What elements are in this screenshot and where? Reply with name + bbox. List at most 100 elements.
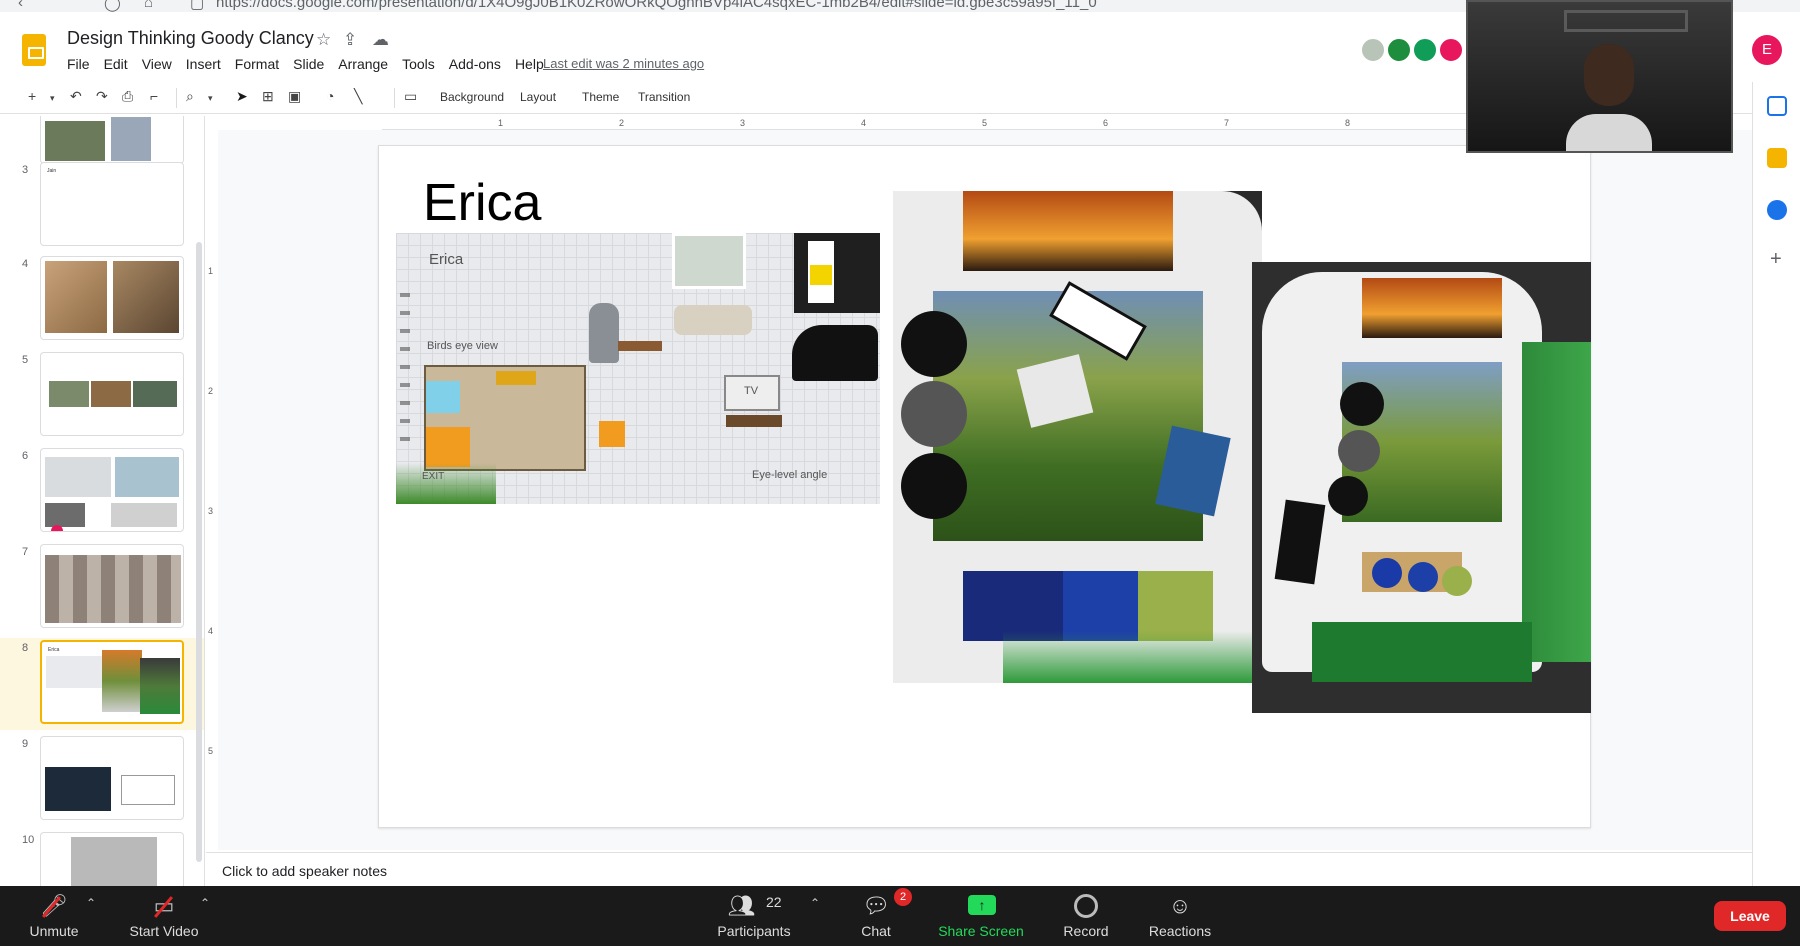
paint-format-icon[interactable]: ⌐ bbox=[150, 88, 158, 104]
participant-video-tile[interactable] bbox=[1466, 0, 1733, 153]
collaborator-avatar[interactable] bbox=[1386, 37, 1412, 63]
vertical-ruler[interactable]: 1 2 3 4 5 bbox=[206, 128, 218, 848]
record-button[interactable]: Record bbox=[1046, 886, 1126, 946]
add-addon-icon[interactable]: + bbox=[1770, 248, 1782, 271]
chat-icon: 💬︎ bbox=[862, 893, 890, 918]
home-icon[interactable]: ⌂ bbox=[144, 0, 153, 11]
participants-button[interactable]: 👥︎ 22 Participants bbox=[710, 886, 798, 946]
tasks-icon[interactable] bbox=[1767, 200, 1787, 220]
new-slide-dropdown-icon[interactable]: ▾ bbox=[50, 93, 55, 104]
menu-format[interactable]: Format bbox=[235, 56, 279, 72]
menu-arrange[interactable]: Arrange bbox=[338, 56, 388, 72]
model-photo-top-view[interactable] bbox=[893, 191, 1262, 683]
menu-insert[interactable]: Insert bbox=[186, 56, 221, 72]
slide-thumbnail[interactable] bbox=[40, 116, 184, 164]
slide-thumbnail[interactable] bbox=[40, 448, 184, 532]
slide-number: 3 bbox=[22, 164, 29, 176]
zoom-dropdown-icon[interactable]: ▾ bbox=[208, 93, 213, 104]
new-slide-icon[interactable]: + bbox=[28, 88, 36, 104]
birds-eye-label: Birds eye view bbox=[427, 340, 498, 352]
menu-view[interactable]: View bbox=[142, 56, 172, 72]
undo-icon[interactable]: ↶ bbox=[70, 88, 82, 105]
audio-options-caret-icon[interactable]: ⌃ bbox=[86, 896, 96, 910]
chat-button[interactable]: 💬︎ 2 Chat bbox=[836, 886, 916, 946]
start-video-label: Start Video bbox=[129, 923, 199, 939]
model-photo-angled-view[interactable] bbox=[1252, 262, 1591, 713]
keep-icon[interactable] bbox=[1767, 148, 1787, 168]
slide-thumbnail[interactable] bbox=[40, 832, 184, 886]
horizontal-ruler[interactable]: 1 2 3 4 5 6 7 8 bbox=[382, 118, 1592, 130]
moodboard-image[interactable]: Erica Birds eye view EXIT TV Eye-level a… bbox=[396, 233, 880, 504]
eye-level-label: Eye-level angle bbox=[752, 469, 828, 481]
menu-help[interactable]: Help bbox=[515, 56, 544, 72]
move-to-folder-icon[interactable]: ⇪ bbox=[343, 30, 357, 50]
menu-tools[interactable]: Tools bbox=[402, 56, 435, 72]
slide-filmstrip[interactable]: 3 Jain 4 5 6 7 8 Erica 9 10 bbox=[0, 116, 205, 886]
speaker-notes-placeholder[interactable]: Click to add speaker notes bbox=[222, 863, 387, 879]
piano-image bbox=[792, 325, 878, 381]
theme-button[interactable]: Theme bbox=[582, 90, 619, 104]
redo-icon[interactable]: ↷ bbox=[96, 88, 108, 105]
line-icon[interactable]: ╲ bbox=[354, 88, 362, 105]
menu-file[interactable]: File bbox=[67, 56, 90, 72]
slides-logo-icon[interactable] bbox=[22, 34, 46, 66]
start-video-button[interactable]: ▭ Start Video bbox=[118, 886, 210, 946]
slide-thumbnail[interactable] bbox=[40, 736, 184, 820]
back-icon[interactable]: ‹ bbox=[18, 0, 23, 11]
shape-icon[interactable]: ◔ bbox=[326, 88, 334, 104]
thumb-title: Erica bbox=[48, 647, 60, 653]
tv-stand-image bbox=[726, 415, 782, 427]
side-panel: + bbox=[1752, 82, 1800, 886]
zoom-icon[interactable]: ⌕ bbox=[186, 88, 194, 105]
slide-number: 8 bbox=[22, 642, 29, 654]
participants-options-caret-icon[interactable]: ⌃ bbox=[810, 896, 820, 910]
menu-addons[interactable]: Add-ons bbox=[449, 56, 501, 72]
armchair-image bbox=[589, 303, 619, 363]
unmute-button[interactable]: 🎤︎ Unmute bbox=[14, 886, 94, 946]
last-edit-link[interactable]: Last edit was 2 minutes ago bbox=[543, 56, 704, 71]
ruler-mark: 8 bbox=[1345, 118, 1351, 128]
sticky-note-blue bbox=[426, 381, 460, 413]
reload-icon[interactable]: ◯ bbox=[104, 0, 121, 12]
reactions-icon: ☺︎ bbox=[1168, 893, 1192, 918]
filmstrip-scrollbar[interactable] bbox=[196, 242, 202, 862]
leave-meeting-button[interactable]: Leave bbox=[1714, 901, 1786, 931]
document-title[interactable]: Design Thinking Goody Clancy bbox=[67, 28, 314, 49]
collaborator-avatar[interactable] bbox=[1360, 37, 1386, 63]
print-icon[interactable]: ⎙ bbox=[122, 88, 133, 105]
slide-thumbnail[interactable] bbox=[40, 352, 184, 436]
toolbar-divider bbox=[176, 88, 177, 108]
account-avatar[interactable]: E bbox=[1752, 35, 1782, 65]
image-icon[interactable]: ▣ bbox=[288, 88, 301, 105]
ruler-mark: 2 bbox=[208, 386, 214, 396]
slide-thumbnail[interactable] bbox=[40, 256, 184, 340]
select-tool-icon[interactable]: ➤ bbox=[236, 88, 248, 105]
drawing-tools-strip bbox=[400, 293, 410, 443]
ruler-mark: 1 bbox=[208, 266, 214, 276]
sofa-image bbox=[674, 305, 752, 335]
collaborator-avatar[interactable] bbox=[1438, 37, 1464, 63]
calendar-icon[interactable] bbox=[1767, 96, 1787, 116]
menu-slide[interactable]: Slide bbox=[293, 56, 324, 72]
slide-thumbnail-selected[interactable]: Erica bbox=[40, 640, 184, 724]
slide-number: 5 bbox=[22, 354, 29, 366]
comment-icon[interactable]: ▭ bbox=[404, 88, 417, 105]
reactions-button[interactable]: ☺︎ Reactions bbox=[1140, 886, 1220, 946]
star-icon[interactable]: ☆ bbox=[316, 30, 331, 50]
text-box-icon[interactable]: ⊞ bbox=[262, 88, 274, 105]
background-button[interactable]: Background bbox=[440, 90, 504, 104]
ruler-mark: 7 bbox=[1224, 118, 1230, 128]
speaker-notes-area[interactable]: Click to add speaker notes bbox=[206, 852, 1752, 886]
video-options-caret-icon[interactable]: ⌃ bbox=[200, 896, 210, 910]
participants-count: 22 bbox=[766, 894, 782, 910]
share-screen-button[interactable]: ↑ Share Screen bbox=[932, 886, 1030, 946]
collaborator-avatar[interactable] bbox=[1412, 37, 1438, 63]
layout-button[interactable]: Layout bbox=[520, 90, 556, 104]
slide-thumbnail[interactable]: Jain bbox=[40, 162, 184, 246]
slide-thumbnail[interactable] bbox=[40, 544, 184, 628]
window-image bbox=[672, 233, 746, 289]
slide-title[interactable]: Erica bbox=[423, 173, 541, 233]
menu-edit[interactable]: Edit bbox=[104, 56, 128, 72]
ruler-mark: 2 bbox=[619, 118, 625, 128]
transition-button[interactable]: Transition bbox=[638, 90, 690, 104]
